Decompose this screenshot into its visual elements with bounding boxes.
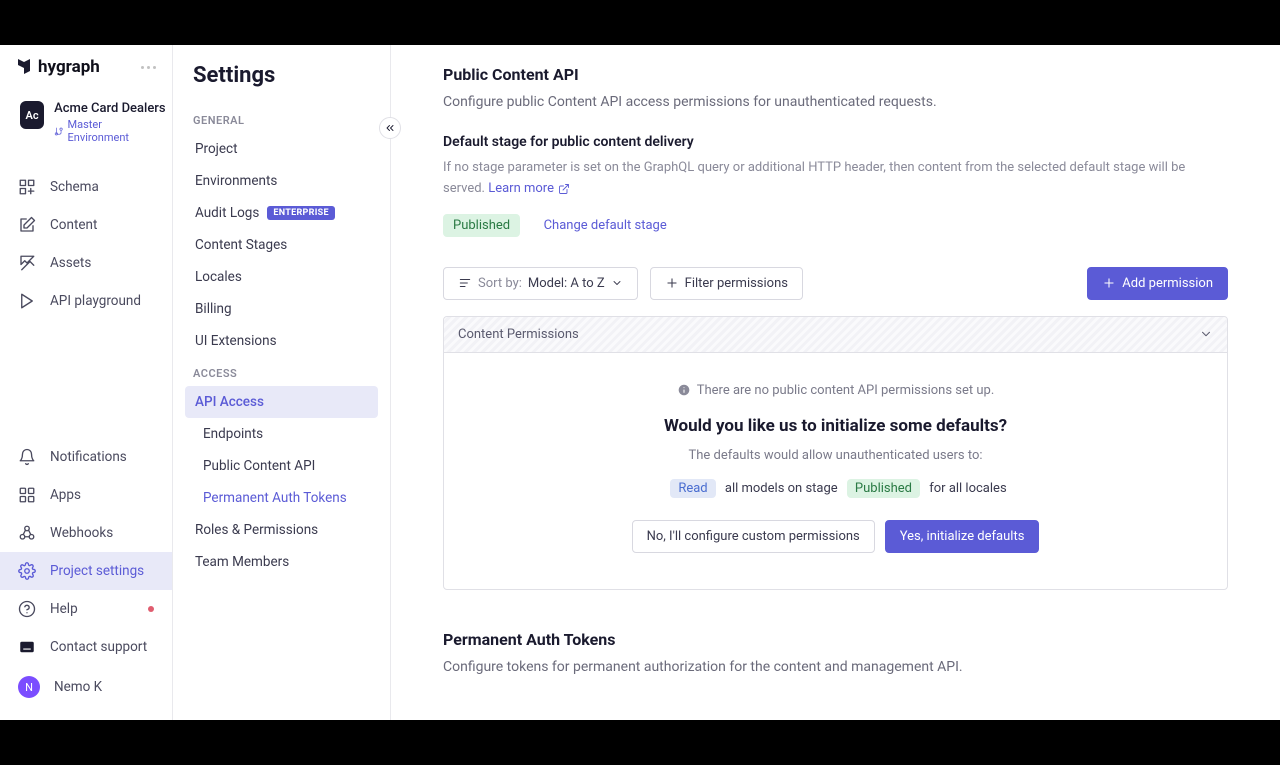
webhooks-icon [18,524,36,542]
add-permission-button[interactable]: Add permission [1087,267,1228,300]
enterprise-badge: ENTERPRISE [267,206,335,220]
nav-help[interactable]: Help [0,590,172,628]
subnav-locales[interactable]: Locales [185,261,378,293]
help-icon [18,600,36,618]
support-icon [18,638,36,656]
logo-text: hygraph [38,57,100,77]
bell-icon [18,448,36,466]
change-default-stage-link[interactable]: Change default stage [544,218,667,233]
nav-assets[interactable]: Assets [0,244,172,282]
no-custom-button[interactable]: No, I'll configure custom permissions [632,520,875,553]
section-general: GENERAL [185,104,378,133]
user-avatar: N [18,676,40,698]
content-icon [18,216,36,234]
more-menu-icon[interactable] [141,66,156,69]
subnav-team[interactable]: Team Members [185,546,378,578]
nav-settings[interactable]: Project settings [0,552,172,590]
subnav-roles[interactable]: Roles & Permissions [185,514,378,546]
apps-icon [18,486,36,504]
public-api-title: Public Content API [443,65,1228,84]
subnav-permanent-auth-tokens[interactable]: Permanent Auth Tokens [185,482,378,514]
learn-more-link[interactable]: Learn more [488,179,570,200]
sort-icon [458,276,472,290]
subnav-environments[interactable]: Environments [185,165,378,197]
subnav-project[interactable]: Project [185,133,378,165]
default-stage-title: Default stage for public content deliver… [443,134,1228,150]
subnav-audit-logs[interactable]: Audit Logs ENTERPRISE [185,197,378,229]
yes-initialize-button[interactable]: Yes, initialize defaults [885,520,1040,553]
subnav-content-stages[interactable]: Content Stages [185,229,378,261]
pat-desc: Configure tokens for permanent authoriza… [443,659,1228,675]
sort-button[interactable]: Sort by: Model: A to Z [443,267,638,300]
play-icon [18,292,36,310]
subnav-public-content-api[interactable]: Public Content API [185,450,378,482]
chevron-down-icon [611,277,623,289]
subnav-ui-extensions[interactable]: UI Extensions [185,325,378,357]
default-permission-preview: Read all models on stage Published for a… [464,479,1207,498]
gear-icon [18,562,36,580]
project-avatar: Ac [20,101,44,129]
nav-content[interactable]: Content [0,206,172,244]
branch-icon [54,126,63,137]
project-env: Master Environment [54,118,152,144]
info-icon [677,383,691,397]
empty-state-title: Would you like us to initialize some def… [464,416,1207,436]
nav-webhooks[interactable]: Webhooks [0,514,172,552]
hygraph-logo-icon [16,57,32,77]
user-menu[interactable]: N Nemo K [0,666,172,708]
plus-icon [1102,276,1116,290]
pat-title: Permanent Auth Tokens [443,630,1228,649]
schema-icon [18,178,36,196]
plus-icon [665,276,679,290]
nav-playground[interactable]: API playground [0,282,172,320]
external-link-icon [558,183,570,195]
public-api-desc: Configure public Content API access perm… [443,94,1228,110]
nav-support[interactable]: Contact support [0,628,172,666]
content-permissions-panel: Content Permissions There are no public … [443,316,1228,590]
help-indicator [148,606,154,612]
empty-state-info: There are no public content API permissi… [677,383,995,398]
section-access: ACCESS [185,357,378,386]
settings-title: Settings [185,63,378,104]
empty-state-desc: The defaults would allow unauthenticated… [464,448,1207,463]
filter-button[interactable]: Filter permissions [650,267,803,300]
collapse-sidebar-button[interactable] [379,117,401,139]
subnav-api-access[interactable]: API Access [185,386,378,418]
subnav-endpoints[interactable]: Endpoints [185,418,378,450]
nav-notifications[interactable]: Notifications [0,438,172,476]
panel-header[interactable]: Content Permissions [444,317,1227,353]
chevron-down-icon [1199,327,1213,341]
default-stage-desc: If no stage parameter is set on the Grap… [443,158,1228,200]
stage-badge: Published [443,214,520,237]
assets-icon [18,254,36,272]
nav-schema[interactable]: Schema [0,168,172,206]
logo[interactable]: hygraph [16,57,100,77]
nav-apps[interactable]: Apps [0,476,172,514]
project-name: Acme Card Dealers [54,101,152,116]
chevron-left-double-icon [384,122,396,134]
subnav-billing[interactable]: Billing [185,293,378,325]
main-content: Public Content API Configure public Cont… [390,45,1280,720]
project-switcher[interactable]: Ac Acme Card Dealers Master Environment [8,93,164,152]
